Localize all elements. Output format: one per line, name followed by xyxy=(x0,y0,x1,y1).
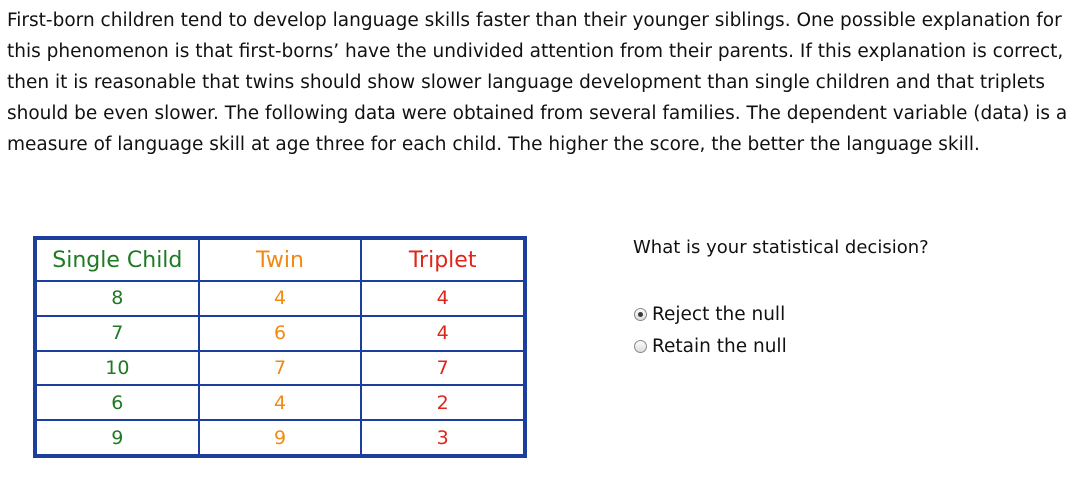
option-label: Retain the null xyxy=(652,335,787,357)
problem-description: First-born children tend to develop lang… xyxy=(7,10,1068,155)
cell-single-child: 10 xyxy=(35,349,200,387)
table-header-row: Single Child Twin Triplet xyxy=(35,238,525,282)
cell-single-child: 7 xyxy=(35,314,200,352)
table-row: 8 4 4 xyxy=(35,280,525,317)
question-prompt: What is your statistical decision? xyxy=(633,237,929,258)
table-row: 10 7 7 xyxy=(35,349,525,387)
language-score-table: Single Child Twin Triplet 8 4 4 7 6 4 10… xyxy=(33,236,527,458)
cell-twin: 7 xyxy=(197,349,363,387)
cell-twin: 9 xyxy=(197,419,363,456)
decision-options: Reject the null Retain the null xyxy=(634,298,787,362)
cell-triplet: 4 xyxy=(360,280,525,317)
cell-triplet: 3 xyxy=(360,419,525,456)
option-label: Reject the null xyxy=(652,303,786,325)
header-triplet: Triplet xyxy=(360,238,525,282)
cell-triplet: 7 xyxy=(360,349,525,387)
table-row: 6 4 2 xyxy=(35,384,525,422)
option-reject-null[interactable]: Reject the null xyxy=(634,298,787,330)
header-twin: Twin xyxy=(197,238,363,282)
cell-twin: 4 xyxy=(197,280,363,317)
cell-twin: 4 xyxy=(197,384,363,422)
cell-triplet: 2 xyxy=(360,384,525,422)
cell-single-child: 9 xyxy=(35,419,200,456)
radio-unselected-icon[interactable] xyxy=(634,339,647,353)
cell-single-child: 6 xyxy=(35,384,200,422)
header-single-child: Single Child xyxy=(35,238,200,282)
table-row: 7 6 4 xyxy=(35,314,525,352)
cell-twin: 6 xyxy=(197,314,363,352)
table-row: 9 9 3 xyxy=(35,419,525,456)
data-table: Single Child Twin Triplet 8 4 4 7 6 4 10… xyxy=(35,238,525,456)
cell-single-child: 8 xyxy=(35,280,200,317)
cell-triplet: 4 xyxy=(360,314,525,352)
option-retain-null[interactable]: Retain the null xyxy=(634,330,787,362)
radio-selected-icon[interactable] xyxy=(634,307,647,321)
